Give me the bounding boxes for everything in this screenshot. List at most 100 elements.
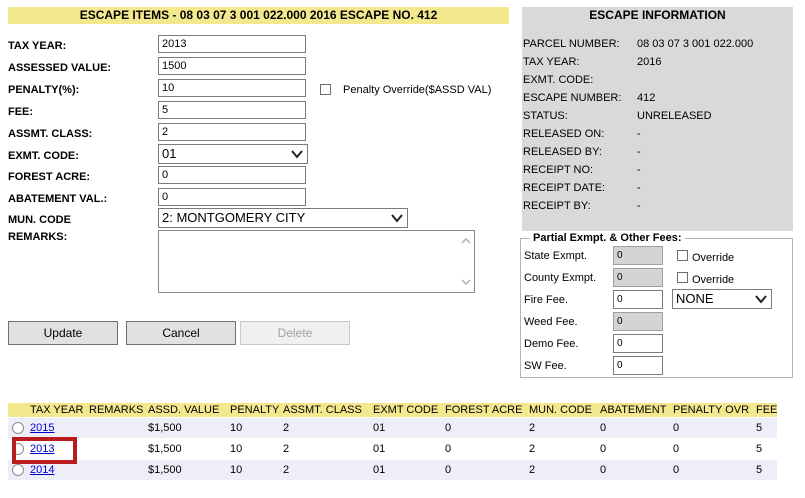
fire-district-select[interactable]: NONE — [672, 289, 772, 309]
cancel-button[interactable]: Cancel — [126, 321, 236, 345]
county-exmpt-label: County Exmpt. — [524, 272, 597, 284]
cell-abatement: 0 — [600, 464, 607, 476]
info-label: RELEASED BY: — [523, 146, 602, 158]
weed-fee-label: Weed Fee. — [524, 316, 578, 328]
row-year-link[interactable]: 2015 — [30, 422, 54, 434]
tax-year-input[interactable]: 2013 — [158, 35, 306, 53]
col-abatement[interactable]: ABATEMENT — [600, 403, 666, 417]
col-penalty[interactable]: PENALTY — [230, 403, 279, 417]
info-label: RECEIPT BY: — [523, 200, 591, 212]
row-select-radio[interactable] — [12, 422, 24, 434]
col-assd-value[interactable]: ASSD. VALUE — [148, 403, 219, 417]
cell-mun-code: 2 — [529, 443, 536, 455]
cell-abatement: 0 — [600, 422, 607, 434]
info-value: - — [637, 128, 641, 140]
mun-code-label: MUN. CODE — [8, 214, 71, 226]
cell-penalty-ovr: 0 — [673, 422, 680, 434]
forest-acre-label: FOREST ACRE: — [8, 171, 91, 183]
county-override-label: Override — [692, 274, 735, 286]
col-penalty-ovr[interactable]: PENALTY OVR — [673, 403, 749, 417]
penalty-override-checkbox[interactable] — [320, 84, 331, 95]
escape-items-header: ESCAPE ITEMS - 08 03 07 3 001 022.000 20… — [8, 7, 509, 24]
penalty-input[interactable]: 10 — [158, 79, 306, 97]
info-value: - — [637, 182, 641, 194]
forest-acre-input[interactable]: 0 — [158, 166, 306, 184]
tax-year-label: TAX YEAR: — [8, 40, 67, 52]
col-assmt-class[interactable]: ASSMT. CLASS — [283, 403, 362, 417]
county-override-checkbox[interactable] — [677, 272, 688, 283]
cell-exmt-code: 01 — [373, 464, 386, 476]
mun-code-select[interactable]: 2: MONTGOMERY CITY — [158, 208, 408, 228]
info-label: RECEIPT DATE: — [523, 182, 606, 194]
assessed-value-input[interactable]: 1500 — [158, 57, 306, 75]
cell-penalty-ovr: 0 — [673, 443, 680, 455]
table-row[interactable] — [8, 460, 777, 480]
cell-mun-code: 2 — [529, 422, 536, 434]
info-value: - — [637, 164, 641, 176]
table-row[interactable] — [8, 418, 777, 438]
col-forest-acre[interactable]: FOREST ACRE — [445, 403, 522, 417]
cell-exmt-code: 01 — [373, 443, 386, 455]
cell-assd-value: $1,500 — [148, 422, 182, 434]
assessed-value-label: ASSESSED VALUE: — [8, 62, 112, 74]
cell-fee: 5 — [756, 422, 763, 434]
exmt-code-label: EXMT. CODE: — [8, 150, 79, 162]
cell-forest-acre: 0 — [445, 443, 452, 455]
demo-fee-label: Demo Fee. — [524, 338, 579, 350]
remarks-label: REMARKS: — [8, 231, 68, 243]
cell-assmt-class: 2 — [283, 464, 290, 476]
row-select-radio[interactable] — [12, 464, 24, 476]
fee-input[interactable]: 5 — [158, 101, 306, 119]
table-row[interactable] — [8, 439, 777, 459]
col-exmt-code[interactable]: EXMT CODE — [373, 403, 438, 417]
chevron-down-icon — [391, 214, 403, 223]
exmt-code-select[interactable]: 01 — [158, 144, 308, 164]
fee-label: FEE: — [8, 106, 34, 118]
chevron-down-icon — [291, 150, 303, 159]
scroll-down-icon[interactable] — [460, 276, 472, 288]
abatement-input[interactable]: 0 — [158, 188, 306, 206]
info-value: 412 — [637, 92, 656, 104]
cell-abatement: 0 — [600, 443, 607, 455]
fire-district-value: NONE — [676, 291, 714, 306]
info-value: 2016 — [637, 56, 662, 68]
penalty-label: PENALTY(%): — [8, 84, 80, 96]
escape-info-title: ESCAPE INFORMATION — [589, 8, 726, 22]
fire-fee-input[interactable]: 0 — [613, 290, 663, 309]
cell-assd-value: $1,500 — [148, 464, 182, 476]
sw-fee-label: SW Fee. — [524, 360, 567, 372]
assmt-class-input[interactable]: 2 — [158, 123, 306, 141]
info-label: RELEASED ON: — [523, 128, 605, 140]
remarks-textarea[interactable] — [158, 230, 475, 293]
chevron-down-icon — [755, 295, 767, 304]
col-remarks[interactable]: REMARKS — [89, 403, 143, 417]
abatement-label: ABATEMENT VAL.: — [8, 193, 108, 205]
row-year-link[interactable]: 2014 — [30, 464, 54, 476]
info-label: TAX YEAR: — [523, 56, 580, 68]
info-label: EXMT. CODE: — [523, 74, 594, 86]
info-value: - — [637, 200, 641, 212]
state-override-checkbox[interactable] — [677, 250, 688, 261]
delete-button[interactable]: Delete — [240, 321, 350, 345]
col-mun-code[interactable]: MUN. CODE — [529, 403, 592, 417]
cell-penalty: 10 — [230, 422, 243, 434]
sw-fee-input[interactable]: 0 — [613, 356, 663, 375]
col-fee[interactable]: FEE — [756, 403, 777, 417]
mun-code-value: 2: MONTGOMERY CITY — [162, 210, 306, 225]
info-label: STATUS: — [523, 110, 568, 122]
cell-assmt-class: 2 — [283, 422, 290, 434]
cell-exmt-code: 01 — [373, 422, 386, 434]
fees-title: Partial Exmpt. & Other Fees: — [530, 232, 685, 244]
cell-penalty: 10 — [230, 443, 243, 455]
cell-mun-code: 2 — [529, 464, 536, 476]
col-tax-year[interactable]: TAX YEAR — [30, 403, 83, 417]
assmt-class-label: ASSMT. CLASS: — [8, 128, 93, 140]
state-exmpt-input: 0 — [613, 246, 663, 265]
info-label: PARCEL NUMBER: — [523, 38, 620, 50]
cell-assd-value: $1,500 — [148, 443, 182, 455]
update-button[interactable]: Update — [8, 321, 118, 345]
scroll-up-icon[interactable] — [460, 235, 472, 247]
demo-fee-input[interactable]: 0 — [613, 334, 663, 353]
info-value: 08 03 07 3 001 022.000 — [637, 38, 754, 50]
state-override-label: Override — [692, 252, 735, 264]
